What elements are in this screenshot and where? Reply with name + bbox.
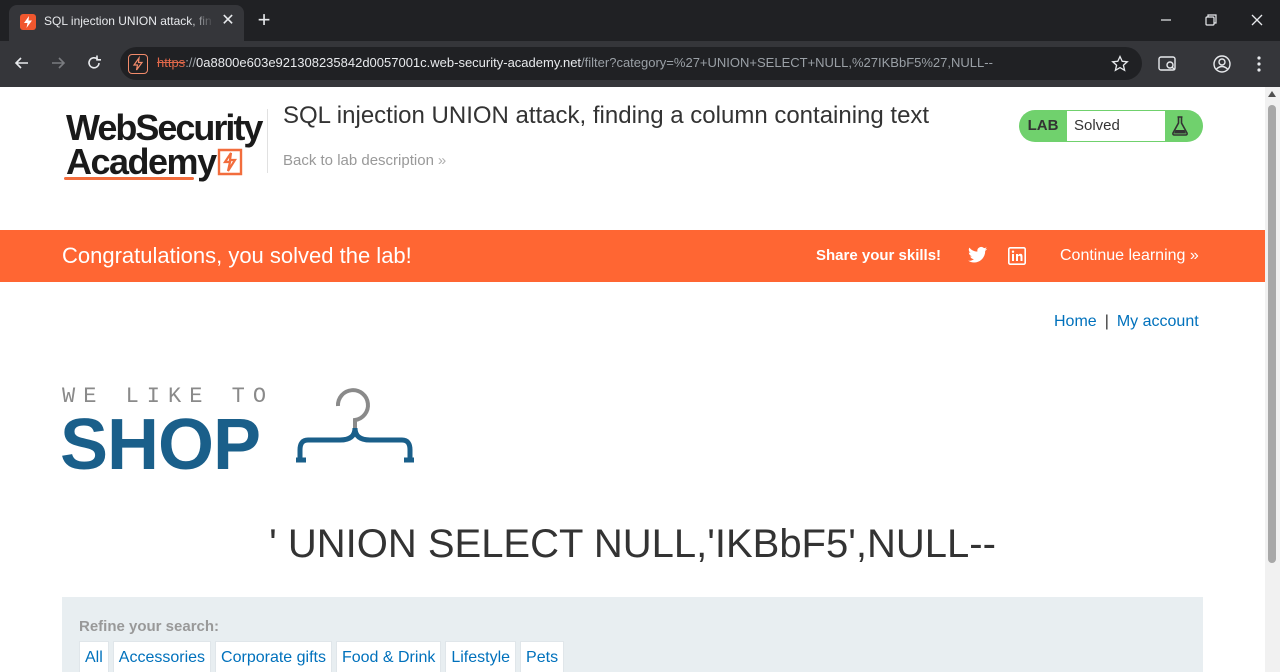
reload-icon[interactable] [82,51,106,75]
search-tabs-icon[interactable] [1157,53,1179,75]
logo-lightning-icon [216,147,244,177]
filter-pets[interactable]: Pets [520,641,565,672]
lightning-favicon-icon [20,14,36,30]
flask-icon [1169,115,1191,137]
shop-word: SHOP [60,405,261,485]
linkedin-icon[interactable] [1008,247,1026,265]
header-divider [267,109,268,173]
browser-toolbar: https://0a8800e603e921308235842d0057001c… [0,41,1280,87]
lab-badge-label: LAB [1027,117,1059,134]
filter-all[interactable]: All [79,641,109,672]
tab-title-fade [189,10,214,34]
solved-banner: Congratulations, you solved the lab! Sha… [0,230,1265,282]
lab-status-badge: LAB Solved [1019,110,1203,142]
profile-icon[interactable] [1211,53,1233,75]
page-scrollbar[interactable] [1265,87,1280,672]
continue-learning-link[interactable]: Continue learning » [1060,247,1199,265]
filter-food-and-drink[interactable]: Food & Drink [335,641,442,672]
url-host: 0a8800e603e921308235842d0057001c.web-sec… [196,55,582,70]
forward-arrow-icon[interactable] [46,51,70,75]
search-results-heading: ' UNION SELECT NULL,'IKBbF5',NULL-- [269,522,996,566]
bookmark-star-icon[interactable] [1110,54,1130,74]
we-like-to-shop-logo[interactable]: WE LIKE TO SHOP [60,382,422,485]
url-text[interactable]: https://0a8800e603e921308235842d0057001c… [157,55,1077,70]
tab-close-icon[interactable]: ✕ [220,11,236,31]
minimize-icon[interactable] [1154,8,1178,32]
tab-title: SQL injection UNION attack, finding a co… [44,14,212,28]
url-scheme: https [157,55,186,70]
url-path: /filter?category=%27+UNION+SELECT+NULL,%… [581,55,993,70]
filter-lifestyle[interactable]: Lifestyle [445,641,517,672]
scrollbar-thumb[interactable] [1268,105,1276,563]
url-separator: :// [185,55,197,70]
scroll-up-arrow-icon[interactable] [1268,91,1276,97]
twitter-icon[interactable] [968,246,988,264]
refine-search-label: Refine your search: [79,618,220,635]
filter-corporate-gifts[interactable]: Corporate gifts [215,641,332,672]
lab-title: SQL injection UNION attack, finding a co… [283,102,930,129]
my-account-link[interactable]: My account [1117,313,1199,330]
close-window-icon[interactable] [1245,8,1269,32]
home-link[interactable]: Home [1054,313,1097,330]
hanger-icon [294,384,416,474]
page-viewport: WebSecurity Academy SQL injection UNION … [0,87,1265,672]
nav-separator: | [1104,313,1109,330]
chevron-right-icon: » [437,152,447,169]
menu-kebab-icon[interactable] [1248,53,1270,75]
continue-learning-label: Continue learning [1060,247,1186,264]
congratulations-message: Congratulations, you solved the lab! [62,243,412,268]
chevron-right-icon: » [1189,247,1199,264]
browser-tab[interactable]: SQL injection UNION attack, finding a co… [9,5,244,41]
logo-underline [64,177,194,180]
filter-panel: Refine your search: All Accessories Corpor… [62,597,1203,672]
browser-tab-bar: SQL injection UNION attack, finding a co… [0,0,1280,41]
category-filters: All Accessories Corporate gifts Food & Drin… [79,641,568,672]
back-arrow-icon[interactable] [10,51,34,75]
web-security-academy-logo[interactable]: WebSecurity Academy [64,107,266,183]
back-to-lab-description-link[interactable]: Back to lab description» [283,152,447,169]
lab-status-text: Solved [1067,111,1165,141]
account-nav: Home | My account [1054,313,1199,331]
back-link-label: Back to lab description [283,152,434,169]
share-skills-label: Share your skills! [816,247,942,264]
restore-icon[interactable] [1199,8,1223,32]
new-tab-button[interactable]: + [254,8,274,32]
filter-accessories[interactable]: Accessories [112,641,212,672]
site-info-icon[interactable] [128,54,148,74]
address-bar[interactable]: https://0a8800e603e921308235842d0057001c… [120,47,1142,80]
